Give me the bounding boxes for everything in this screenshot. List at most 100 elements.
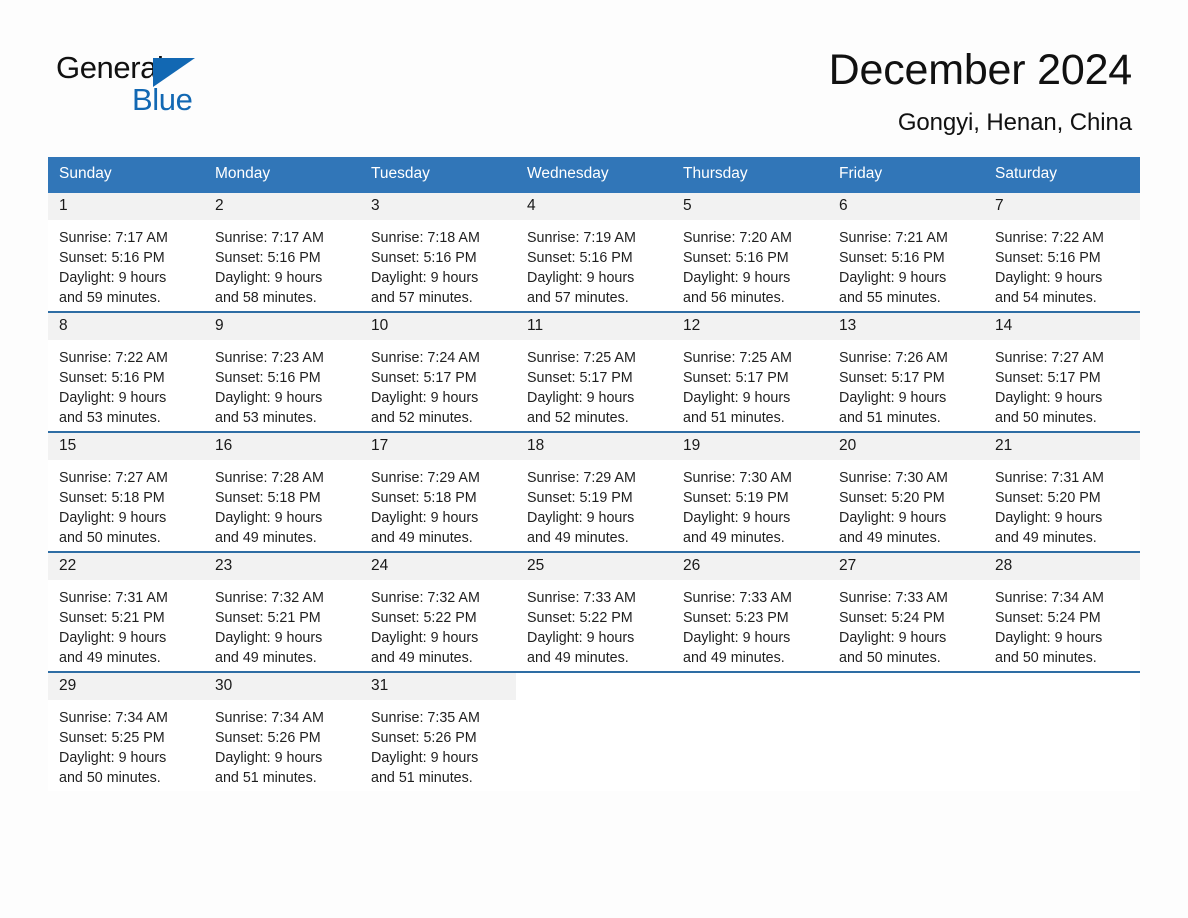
daylight-line-1: Daylight: 9 hours — [839, 389, 947, 406]
day-details: Sunrise: 7:33 AM Sunset: 5:23 PM Dayligh… — [672, 580, 828, 668]
sunset-line: Sunset: 5:17 PM — [839, 369, 945, 386]
day-number: 18 — [527, 436, 545, 454]
day-number: 30 — [215, 676, 233, 694]
day-number-band: 10 — [360, 312, 516, 340]
day-details — [828, 700, 984, 708]
day-cell[interactable]: 22 Sunrise: 7:31 AM Sunset: 5:21 PM Dayl… — [48, 552, 204, 671]
sunset-line: Sunset: 5:22 PM — [527, 609, 633, 626]
week-row: 1 Sunrise: 7:17 AM Sunset: 5:16 PM Dayli… — [48, 192, 1140, 311]
day-cell[interactable]: 17 Sunrise: 7:29 AM Sunset: 5:18 PM Dayl… — [360, 432, 516, 551]
sunset-line: Sunset: 5:18 PM — [371, 489, 477, 506]
day-number: 11 — [527, 316, 544, 334]
day-number-band: 19 — [672, 432, 828, 460]
day-cell[interactable]: 5 Sunrise: 7:20 AM Sunset: 5:16 PM Dayli… — [672, 192, 828, 311]
day-cell[interactable]: 27 Sunrise: 7:33 AM Sunset: 5:24 PM Dayl… — [828, 552, 984, 671]
day-cell[interactable]: 28 Sunrise: 7:34 AM Sunset: 5:24 PM Dayl… — [984, 552, 1140, 671]
calendar-page: General Blue December 2024 Gongyi, Henan… — [0, 0, 1188, 918]
day-cell[interactable]: 20 Sunrise: 7:30 AM Sunset: 5:20 PM Dayl… — [828, 432, 984, 551]
sunset-line: Sunset: 5:17 PM — [371, 369, 477, 386]
day-cell[interactable]: 24 Sunrise: 7:32 AM Sunset: 5:22 PM Dayl… — [360, 552, 516, 671]
day-number-band: 9 — [204, 312, 360, 340]
day-cell[interactable]: 11 Sunrise: 7:25 AM Sunset: 5:17 PM Dayl… — [516, 312, 672, 431]
sunrise-line: Sunrise: 7:20 AM — [683, 229, 792, 246]
sunset-line: Sunset: 5:26 PM — [371, 729, 477, 746]
day-cell[interactable]: 1 Sunrise: 7:17 AM Sunset: 5:16 PM Dayli… — [48, 192, 204, 311]
weekday-header-saturday: Saturday — [995, 165, 1058, 182]
sunset-line: Sunset: 5:20 PM — [995, 489, 1101, 506]
sunrise-line: Sunrise: 7:29 AM — [527, 469, 636, 486]
day-number-band: 24 — [360, 552, 516, 580]
sunrise-line: Sunrise: 7:22 AM — [59, 349, 168, 366]
daylight-line-1: Daylight: 9 hours — [59, 269, 167, 286]
daylight-line-2: and 49 minutes. — [995, 529, 1097, 546]
day-cell[interactable]: 31 Sunrise: 7:35 AM Sunset: 5:26 PM Dayl… — [360, 672, 516, 791]
day-details: Sunrise: 7:18 AM Sunset: 5:16 PM Dayligh… — [360, 220, 516, 308]
weekday-header-thursday: Thursday — [683, 165, 748, 182]
day-number-band: 15 — [48, 432, 204, 460]
day-cell[interactable]: 4 Sunrise: 7:19 AM Sunset: 5:16 PM Dayli… — [516, 192, 672, 311]
day-number: 25 — [527, 556, 545, 574]
day-number: 21 — [995, 436, 1013, 454]
day-details: Sunrise: 7:27 AM Sunset: 5:18 PM Dayligh… — [48, 460, 204, 548]
weekday-header-wednesday: Wednesday — [527, 165, 609, 182]
sunrise-line: Sunrise: 7:19 AM — [527, 229, 636, 246]
day-cell[interactable]: 12 Sunrise: 7:25 AM Sunset: 5:17 PM Dayl… — [672, 312, 828, 431]
day-cell[interactable]: 7 Sunrise: 7:22 AM Sunset: 5:16 PM Dayli… — [984, 192, 1140, 311]
day-details: Sunrise: 7:31 AM Sunset: 5:20 PM Dayligh… — [984, 460, 1140, 548]
day-number-band: 7 — [984, 192, 1140, 220]
day-number-band: 11 — [516, 312, 672, 340]
day-number-band: 31 — [360, 672, 516, 700]
day-details: Sunrise: 7:35 AM Sunset: 5:26 PM Dayligh… — [360, 700, 516, 788]
daylight-line-1: Daylight: 9 hours — [371, 509, 479, 526]
sunset-line: Sunset: 5:16 PM — [527, 249, 633, 266]
day-number: 16 — [215, 436, 233, 454]
day-cell[interactable]: 25 Sunrise: 7:33 AM Sunset: 5:22 PM Dayl… — [516, 552, 672, 671]
day-cell[interactable]: 18 Sunrise: 7:29 AM Sunset: 5:19 PM Dayl… — [516, 432, 672, 551]
day-number: 28 — [995, 556, 1013, 574]
sunrise-line: Sunrise: 7:31 AM — [59, 589, 168, 606]
day-cell[interactable]: 14 Sunrise: 7:27 AM Sunset: 5:17 PM Dayl… — [984, 312, 1140, 431]
day-number-band: 21 — [984, 432, 1140, 460]
day-cell[interactable]: 19 Sunrise: 7:30 AM Sunset: 5:19 PM Dayl… — [672, 432, 828, 551]
day-details — [672, 700, 828, 708]
day-details: Sunrise: 7:34 AM Sunset: 5:24 PM Dayligh… — [984, 580, 1140, 668]
daylight-line-2: and 52 minutes. — [527, 409, 629, 426]
day-details: Sunrise: 7:25 AM Sunset: 5:17 PM Dayligh… — [672, 340, 828, 428]
weekday-header-tuesday: Tuesday — [371, 165, 430, 182]
day-cell[interactable]: 13 Sunrise: 7:26 AM Sunset: 5:17 PM Dayl… — [828, 312, 984, 431]
daylight-line-1: Daylight: 9 hours — [839, 509, 947, 526]
day-number: 14 — [995, 316, 1013, 334]
day-cell[interactable]: 2 Sunrise: 7:17 AM Sunset: 5:16 PM Dayli… — [204, 192, 360, 311]
sunrise-line: Sunrise: 7:21 AM — [839, 229, 948, 246]
week-row: 22 Sunrise: 7:31 AM Sunset: 5:21 PM Dayl… — [48, 550, 1140, 671]
sunset-line: Sunset: 5:16 PM — [215, 249, 321, 266]
day-cell[interactable]: 21 Sunrise: 7:31 AM Sunset: 5:20 PM Dayl… — [984, 432, 1140, 551]
day-cell[interactable]: 6 Sunrise: 7:21 AM Sunset: 5:16 PM Dayli… — [828, 192, 984, 311]
day-cell[interactable]: 26 Sunrise: 7:33 AM Sunset: 5:23 PM Dayl… — [672, 552, 828, 671]
day-number: 1 — [59, 196, 68, 214]
sunset-line: Sunset: 5:16 PM — [995, 249, 1101, 266]
day-number-band — [984, 672, 1140, 700]
sunset-line: Sunset: 5:25 PM — [59, 729, 165, 746]
daylight-line-2: and 49 minutes. — [839, 529, 941, 546]
daylight-line-2: and 49 minutes. — [59, 649, 161, 666]
day-cell[interactable]: 8 Sunrise: 7:22 AM Sunset: 5:16 PM Dayli… — [48, 312, 204, 431]
day-cell[interactable]: 16 Sunrise: 7:28 AM Sunset: 5:18 PM Dayl… — [204, 432, 360, 551]
day-number-band: 4 — [516, 192, 672, 220]
day-cell[interactable]: 9 Sunrise: 7:23 AM Sunset: 5:16 PM Dayli… — [204, 312, 360, 431]
day-cell[interactable]: 23 Sunrise: 7:32 AM Sunset: 5:21 PM Dayl… — [204, 552, 360, 671]
day-cell-empty — [516, 672, 672, 791]
day-cell[interactable]: 30 Sunrise: 7:34 AM Sunset: 5:26 PM Dayl… — [204, 672, 360, 791]
day-cell[interactable]: 15 Sunrise: 7:27 AM Sunset: 5:18 PM Dayl… — [48, 432, 204, 551]
day-number: 17 — [371, 436, 389, 454]
day-details: Sunrise: 7:23 AM Sunset: 5:16 PM Dayligh… — [204, 340, 360, 428]
sunset-line: Sunset: 5:21 PM — [215, 609, 321, 626]
day-cell[interactable]: 29 Sunrise: 7:34 AM Sunset: 5:25 PM Dayl… — [48, 672, 204, 791]
day-cell[interactable]: 10 Sunrise: 7:24 AM Sunset: 5:17 PM Dayl… — [360, 312, 516, 431]
daylight-line-2: and 58 minutes. — [215, 289, 317, 306]
daylight-line-1: Daylight: 9 hours — [371, 269, 479, 286]
day-details: Sunrise: 7:29 AM Sunset: 5:18 PM Dayligh… — [360, 460, 516, 548]
day-details: Sunrise: 7:33 AM Sunset: 5:24 PM Dayligh… — [828, 580, 984, 668]
daylight-line-1: Daylight: 9 hours — [839, 269, 947, 286]
day-cell[interactable]: 3 Sunrise: 7:18 AM Sunset: 5:16 PM Dayli… — [360, 192, 516, 311]
